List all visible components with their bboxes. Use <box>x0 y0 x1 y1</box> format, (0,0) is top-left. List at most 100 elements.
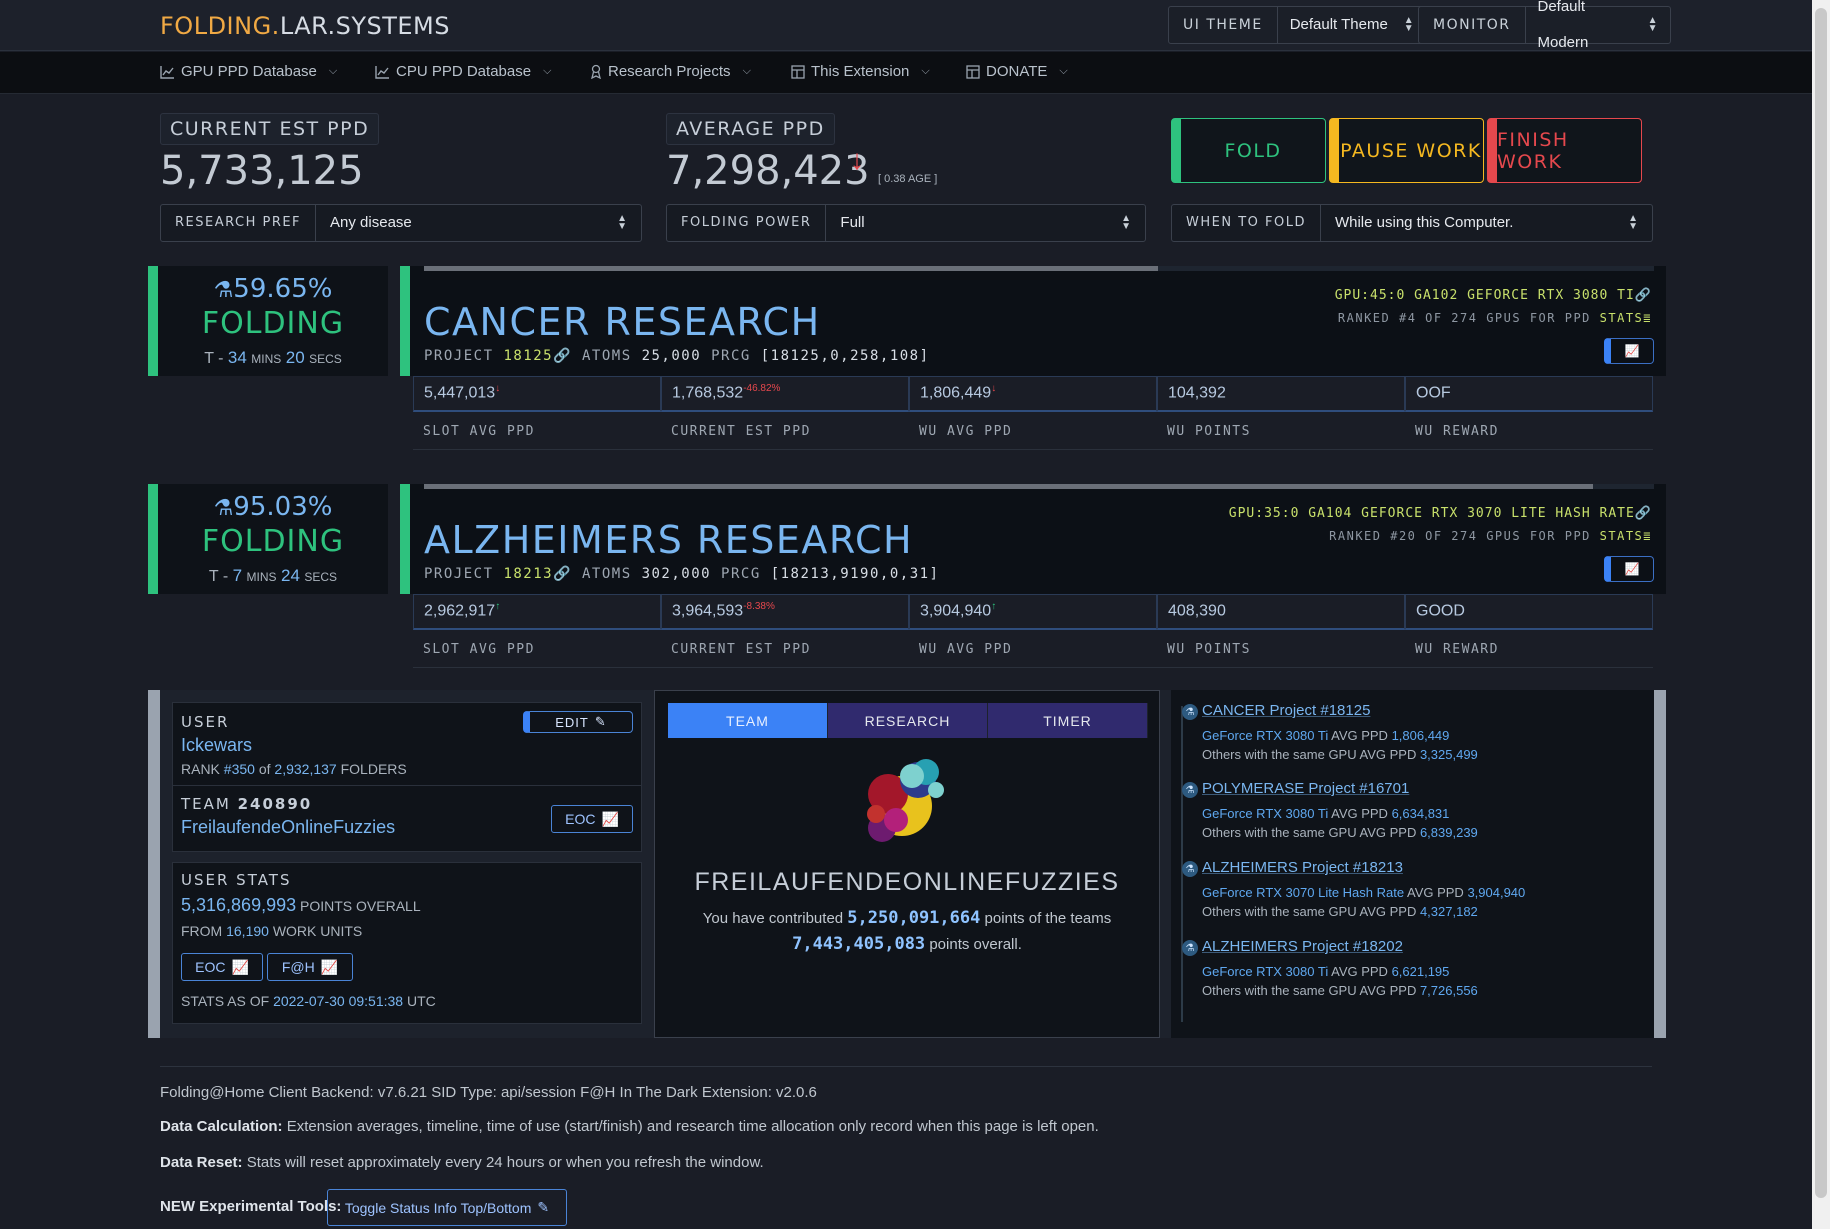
folding-power-value[interactable]: Full ▲ ▼ <box>826 205 1145 241</box>
rank-total: 2,932,137 <box>274 761 337 777</box>
gpu-name[interactable]: GPU:35:0 GA104 GEFORCE RTX 3070 LITE HAS… <box>1229 506 1652 521</box>
main-nav: GPU PPD Database ⌵ CPU PPD Database ⌵ Rese… <box>0 52 1812 94</box>
flask-icon: ⚗ <box>213 278 234 303</box>
timeline-others: 6,839,239 <box>1419 825 1478 840</box>
wu-meta: PROJECT 18125🔗 ATOMS 25,000 PRCG [18125,… <box>424 348 930 364</box>
eta-secs: 20 <box>285 348 305 367</box>
avg-label: AVG PPD <box>1328 806 1392 821</box>
stat-value: 3,904,940 <box>920 602 992 620</box>
tab-timer[interactable]: TIMER <box>988 703 1148 738</box>
team-logo-icon <box>867 759 944 842</box>
fah-label: F@H <box>281 959 315 975</box>
project-id[interactable]: 18125 <box>503 348 553 364</box>
timeline-project-link[interactable]: ALZHEIMERS Project #18202 <box>1202 938 1478 955</box>
link-icon[interactable]: 🔗 <box>553 566 572 582</box>
team-eoc-button[interactable]: EOC 📈 <box>551 805 633 833</box>
wu-meta: PROJECT 18213🔗 ATOMS 302,000 PRCG [18213… <box>424 566 939 582</box>
wu-chart-button[interactable]: 📈 <box>1604 556 1654 582</box>
stats-link[interactable]: STATS <box>1600 529 1644 543</box>
from-prefix: FROM <box>181 923 227 939</box>
timeline-gpu-avg: GeForce RTX 3080 Ti AVG PPD 6,621,195 <box>1202 964 1478 979</box>
stat-label: CURRENT EST PPD <box>671 424 811 439</box>
user-box: USER Ickewars RANK #350 of 2,932,137 FOL… <box>172 702 642 852</box>
stat-cell: 408,390 <box>1157 594 1405 630</box>
nav-research-projects[interactable]: Research Projects ⌵ <box>590 63 751 80</box>
select-arrows-icon: ▲ ▼ <box>617 213 627 232</box>
avg-label: AVG PPD <box>1328 964 1392 979</box>
timeline-avg: 6,621,195 <box>1391 964 1450 979</box>
when-to-fold-select[interactable]: WHEN TO FOLD While using this Computer. ▲… <box>1171 204 1653 242</box>
stat-label: WU POINTS <box>1167 642 1251 657</box>
others-label: Others with the same GPU AVG PPD <box>1202 983 1420 998</box>
monitor-value[interactable]: Default Modern ▲ ▼ <box>1526 0 1670 51</box>
stat-label: WU AVG PPD <box>919 424 1013 439</box>
prcg-label: PRCG <box>711 348 751 364</box>
wu-chart-button[interactable]: 📈 <box>1604 338 1654 364</box>
research-pref-value[interactable]: Any disease ▲ ▼ <box>316 205 641 241</box>
timeline-project-link[interactable]: POLYMERASE Project #16701 <box>1202 780 1478 797</box>
tab-research[interactable]: RESEARCH <box>828 703 988 738</box>
gpu-rank-text: RANKED #20 OF 274 GPUS FOR PPD <box>1329 529 1591 543</box>
timeline-avg: 6,634,831 <box>1391 806 1450 821</box>
rank-of: of <box>254 761 275 777</box>
timeline-project-link[interactable]: ALZHEIMERS Project #18213 <box>1202 859 1525 876</box>
research-pref-select[interactable]: RESEARCH PREF Any disease ▲ ▼ <box>160 204 642 242</box>
site-logo[interactable]: FOLDING.LAR.SYSTEMS <box>160 12 450 40</box>
nav-donate[interactable]: DONATE ⌵ <box>966 63 1068 80</box>
ui-theme-select[interactable]: UI THEME Default Theme ▲ ▼ <box>1168 6 1427 44</box>
timeline-others: 7,726,556 <box>1419 983 1478 998</box>
gpu-name[interactable]: GPU:45:0 GA102 GEFORCE RTX 3080 TI🔗 <box>1335 288 1652 303</box>
chart-line-icon <box>160 65 174 79</box>
team-points: 7,443,405,083 <box>792 934 926 954</box>
wu-progress-fill <box>424 266 1158 271</box>
select-arrows-icon: ▲ ▼ <box>1628 213 1638 232</box>
chart-line-icon <box>375 65 389 79</box>
eta-secs-unit: SECS <box>309 352 342 366</box>
chevron-down-icon: ⌵ <box>921 65 930 77</box>
ui-theme-value[interactable]: Default Theme ▲ ▼ <box>1278 7 1426 43</box>
stat-value: OOF <box>1416 384 1451 402</box>
current-est-ppd-label: CURRENT EST PPD <box>160 113 380 145</box>
folding-power-select[interactable]: FOLDING POWER Full ▲ ▼ <box>666 204 1146 242</box>
stat-cell: 1,806,449↓ <box>909 376 1157 412</box>
user-fah-button[interactable]: F@H 📈 <box>267 953 353 981</box>
timeline-item: ⚗ CANCER Project #18125 GeForce RTX 3080… <box>1182 702 1478 762</box>
nav-this-extension[interactable]: This Extension ⌵ <box>791 63 930 80</box>
edit-icon: ✎ <box>537 1199 550 1215</box>
contrib-points: 5,250,091,664 <box>847 908 981 928</box>
toggle-status-info-button[interactable]: Toggle Status Info Top/Bottom ✎ <box>327 1189 567 1226</box>
project-id[interactable]: 18213 <box>503 566 553 582</box>
scrollbar[interactable] <box>1812 0 1830 1229</box>
user-eoc-button[interactable]: EOC 📈 <box>181 953 263 981</box>
edit-user-button[interactable]: EDIT ✎ <box>523 711 633 733</box>
pause-work-button[interactable]: PAUSE WORK <box>1329 118 1484 183</box>
avg-label: AVG PPD <box>1404 885 1468 900</box>
timeline-others-avg: Others with the same GPU AVG PPD 3,325,4… <box>1202 747 1478 762</box>
wu-main: ALZHEIMERS RESEARCH PROJECT 18213🔗 ATOMS… <box>400 484 1666 594</box>
ui-theme-label: UI THEME <box>1169 7 1278 43</box>
when-to-fold-value[interactable]: While using this Computer. ▲ ▼ <box>1321 205 1652 241</box>
team-name[interactable]: FreilaufendeOnlineFuzzies <box>181 817 395 838</box>
link-icon[interactable]: 🔗 <box>553 348 572 364</box>
team-title: FREILAUFENDEONLINEFUZZIES <box>694 868 1120 896</box>
wu-progress-bar <box>424 484 1654 489</box>
chevron-down-icon: ⌵ <box>543 65 552 77</box>
nav-gpu-ppd-database[interactable]: GPU PPD Database ⌵ <box>160 63 337 80</box>
stat-trend: ↑ <box>495 601 501 612</box>
fold-button[interactable]: FOLD <box>1171 118 1326 183</box>
eta-prefix: T - <box>208 568 233 585</box>
finish-work-button[interactable]: FINISH WORK <box>1487 118 1642 183</box>
scrollbar-thumb[interactable] <box>1815 8 1827 1198</box>
stat-value: 2,962,917 <box>424 602 496 620</box>
stat-label: CURRENT EST PPD <box>671 642 811 657</box>
eta-mins-unit: MINS <box>251 352 282 366</box>
monitor-select[interactable]: MONITOR Default Modern ▲ ▼ <box>1418 0 1671 51</box>
wu-percent-value: 59.65% <box>233 274 333 304</box>
select-arrows-icon: ▲ ▼ <box>1121 213 1131 232</box>
stats-link[interactable]: STATS <box>1600 311 1644 325</box>
timeline-project-link[interactable]: CANCER Project #18125 <box>1202 702 1478 719</box>
tab-team[interactable]: TEAM <box>668 703 828 738</box>
edit-icon: ✎ <box>594 714 607 729</box>
nav-cpu-ppd-database[interactable]: CPU PPD Database ⌵ <box>375 63 551 80</box>
user-name[interactable]: Ickewars <box>181 735 252 756</box>
